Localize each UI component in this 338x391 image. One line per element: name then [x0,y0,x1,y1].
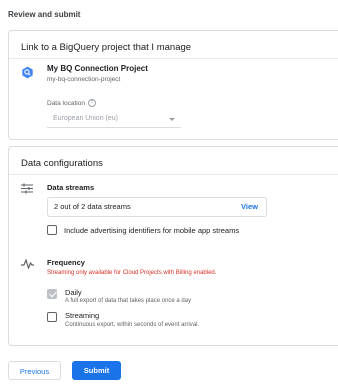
streaming-description: Continuous export, within seconds of eve… [65,322,200,328]
pulse-icon [21,259,34,269]
frequency-label: Frequency [47,258,85,267]
data-streams-label: Data streams [47,183,95,192]
divider [9,174,338,175]
data-location-value: European Union (eu) [53,115,118,122]
data-configurations-card: Data configurations Data streams 2 out o… [8,146,338,346]
page-title: Review and submit [8,10,81,19]
data-location-select[interactable]: European Union (eu) [47,111,181,128]
bigquery-icon [22,66,33,79]
streaming-label: Streaming [65,311,100,320]
previous-button[interactable]: Previous [8,361,61,380]
ad-identifiers-checkbox[interactable] [47,225,57,235]
submit-button[interactable]: Submit [72,361,121,380]
daily-checkbox[interactable] [47,289,57,299]
streaming-warning: Streaming only available for Cloud Proje… [47,270,217,276]
daily-label: Daily [65,288,82,297]
ad-identifiers-label: Include advertising identifiers for mobi… [64,226,240,235]
data-streams-summary-text: 2 out of 2 data streams [54,202,131,211]
project-id: my-bq-connection-project [47,76,121,83]
link-card-title: Link to a BigQuery project that I manage [21,42,192,53]
help-icon[interactable]: ? [87,99,96,107]
bigquery-link-card: Link to a BigQuery project that I manage… [8,30,338,140]
streaming-checkbox[interactable] [47,312,57,322]
data-location-label-text: Data location [47,99,85,107]
data-location-label: Data location ? [47,99,96,107]
project-name: My BQ Connection Project [47,64,148,73]
tune-icon [21,183,33,194]
chevron-down-icon [169,118,175,121]
data-streams-summary: 2 out of 2 data streams View [47,197,267,217]
config-card-title: Data configurations [21,158,103,169]
view-streams-link[interactable]: View [241,198,258,216]
daily-description: A full export of data that takes place o… [65,298,192,304]
divider [9,58,338,59]
